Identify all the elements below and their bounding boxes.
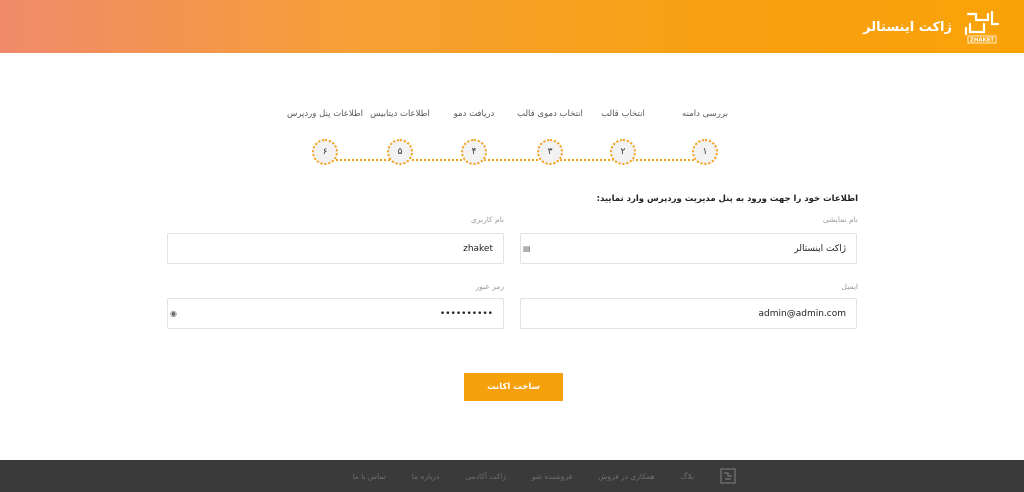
zhaket-logo-icon[interactable] [720,468,736,484]
form-intro: اطلاعات خود را جهت ورود به پنل مدیریت ور… [596,194,858,204]
top-header: ZHAKET ژاکت اینستالر [0,0,1024,53]
display-name-value: ژاکت اینستالر [794,243,846,254]
email-value: admin@admin.com [758,308,846,319]
step-label: بررسی دامنه [682,109,728,119]
username-label: نام کاربری [471,215,504,224]
step-1: بررسی دامنه ۱ [660,108,750,165]
footer: بلاگ همکاری در فروش فروشنده شو ژاکت آکاد… [0,460,1024,492]
step-label: اطلاعات پنل وردپرس [286,109,364,119]
display-name-label: نام نمایشی [822,215,858,224]
email-field[interactable]: admin@admin.com [520,298,857,329]
display-name-field[interactable]: ژاکت اینستالر ▤ [520,233,857,264]
step-6: اطلاعات پنل وردپرس ۶ [280,108,370,165]
footer-nav: بلاگ همکاری در فروش فروشنده شو ژاکت آکاد… [352,460,736,492]
id-card-icon: ▤ [523,244,531,253]
step-number: ۴ [461,139,487,165]
progress-steps: بررسی دامنه ۱ انتخاب قالب ۲ انتخاب دموی … [280,108,750,178]
step-number: ۵ [387,139,413,165]
footer-link-about[interactable]: درباره ما [412,472,440,481]
create-account-button[interactable]: ساخت اکانت [464,373,563,401]
step-number: ۲ [610,139,636,165]
password-field[interactable]: •••••••••• ◉ [167,298,504,329]
password-value: •••••••••• [439,308,493,319]
footer-link-contact[interactable]: تماس با ما [352,472,385,481]
password-label: رمز عبور [475,282,504,291]
brand[interactable]: ZHAKET ژاکت اینستالر [863,10,1002,44]
brand-title: ژاکت اینستالر [863,19,952,35]
footer-link-affiliate[interactable]: همکاری در فروش [598,472,654,481]
footer-link-academy[interactable]: ژاکت آکادمی [465,472,506,481]
eye-icon[interactable]: ◉ [170,309,177,318]
step-number: ۶ [312,139,338,165]
username-value: zhaket [463,243,493,254]
logo-caption: ZHAKET [970,38,994,44]
username-field[interactable]: zhaket [167,233,504,264]
email-label: ایمیل [841,282,858,291]
footer-link-become-seller[interactable]: فروشنده شو [532,472,572,481]
footer-link-blog[interactable]: بلاگ [681,472,694,481]
zhaket-logo-icon: ZHAKET [964,10,1000,44]
step-number: ۱ [692,139,718,165]
step-number: ۳ [537,139,563,165]
